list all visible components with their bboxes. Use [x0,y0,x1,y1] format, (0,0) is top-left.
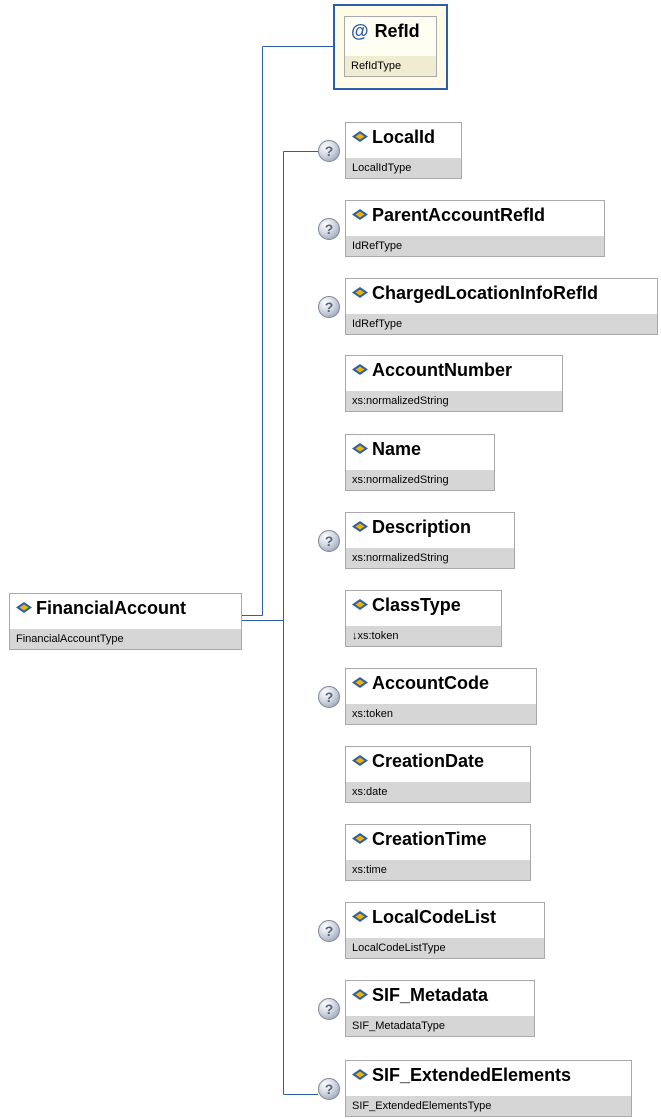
element-chargedlocationinforefid[interactable]: ChargedLocationInfoRefId IdRefType [345,278,658,335]
element-name[interactable]: Name xs:normalizedString [345,434,495,491]
element-title: SIF_ExtendedElements [346,1061,631,1089]
element-name: CreationDate [372,751,485,771]
element-localcodelist[interactable]: LocalCodeList LocalCodeListType [345,902,545,959]
element-type: xs:time [346,860,530,880]
element-icon [352,833,368,845]
element-icon [352,677,368,689]
element-type: ↓xs:token [346,626,501,646]
element-name: SIF_Metadata [372,985,489,1005]
element-name: CreationTime [372,829,487,849]
element-icon [352,989,368,1001]
element-sif-metadata[interactable]: SIF_Metadata SIF_MetadataType [345,980,535,1037]
element-type: xs:normalizedString [346,548,514,568]
element-name: LocalId [372,127,436,147]
element-type: xs:date [346,782,530,802]
element-type: xs:normalizedString [346,470,494,490]
element-icon [352,521,368,533]
optional-icon: ? [318,140,340,162]
element-name: Name [372,439,422,459]
element-icon [352,364,368,376]
connector-lines [242,46,333,1095]
root-element-title: FinancialAccount [10,594,241,622]
element-title: LocalId [346,123,461,151]
element-icon [352,287,368,299]
element-icon [352,599,368,611]
element-name: LocalCodeList [372,907,497,927]
optional-icon: ? [318,920,340,942]
element-type: LocalCodeListType [346,938,544,958]
element-creationtime[interactable]: CreationTime xs:time [345,824,531,881]
element-icon [352,911,368,923]
element-type: xs:normalizedString [346,391,562,411]
element-name: AccountCode [372,673,489,693]
element-localid[interactable]: LocalId LocalIdType [345,122,462,179]
element-icon [352,1069,368,1081]
element-title: CreationDate [346,747,530,775]
element-title: ClassType [346,591,501,619]
element-title: AccountNumber [346,356,562,384]
element-icon [352,209,368,221]
attribute-icon: @ [351,21,369,41]
optional-icon: ? [318,998,340,1020]
optional-icon: ? [318,218,340,240]
element-type: SIF_MetadataType [346,1016,534,1036]
optional-icon: ? [318,686,340,708]
element-title: ParentAccountRefId [346,201,604,229]
element-name: ChargedLocationInfoRefId [372,283,598,303]
element-type: xs:token [346,704,536,724]
element-type: SIF_ExtendedElementsType [346,1096,631,1116]
attribute-type: RefIdType [345,56,436,76]
attribute-name: RefId [374,21,420,41]
optional-icon: ? [318,296,340,318]
optional-icon: ? [318,530,340,552]
element-creationdate[interactable]: CreationDate xs:date [345,746,531,803]
element-name: Description [372,517,472,537]
element-name: ParentAccountRefId [372,205,546,225]
element-type: LocalIdType [346,158,461,178]
element-description[interactable]: Description xs:normalizedString [345,512,515,569]
element-title: CreationTime [346,825,530,853]
element-title: Name [346,435,494,463]
attribute-refid[interactable]: @ RefId RefIdType [344,16,437,77]
element-title: LocalCodeList [346,903,544,931]
element-sif-extendedelements[interactable]: SIF_ExtendedElements SIF_ExtendedElements… [345,1060,632,1117]
element-parentaccountrefid[interactable]: ParentAccountRefId IdRefType [345,200,605,257]
element-accountnumber[interactable]: AccountNumber xs:normalizedString [345,355,563,412]
element-name: ClassType [372,595,461,615]
element-type: IdRefType [346,236,604,256]
element-title: Description [346,513,514,541]
root-element-name: FinancialAccount [36,598,187,618]
element-icon [352,131,368,143]
element-classtype[interactable]: ClassType ↓xs:token [345,590,502,647]
element-icon [352,443,368,455]
element-name: SIF_ExtendedElements [372,1065,572,1085]
element-type: IdRefType [346,314,657,334]
attribute-title: @ RefId [345,17,436,45]
element-title: SIF_Metadata [346,981,534,1009]
root-element-type: FinancialAccountType [10,629,241,649]
element-title: ChargedLocationInfoRefId [346,279,657,307]
element-icon [352,755,368,767]
element-accountcode[interactable]: AccountCode xs:token [345,668,537,725]
optional-icon: ? [318,1078,340,1100]
attribute-group: @ RefId RefIdType [333,4,448,90]
root-element-financialaccount[interactable]: FinancialAccount FinancialAccountType [9,593,242,650]
element-icon [16,602,32,614]
element-name: AccountNumber [372,360,513,380]
element-title: AccountCode [346,669,536,697]
